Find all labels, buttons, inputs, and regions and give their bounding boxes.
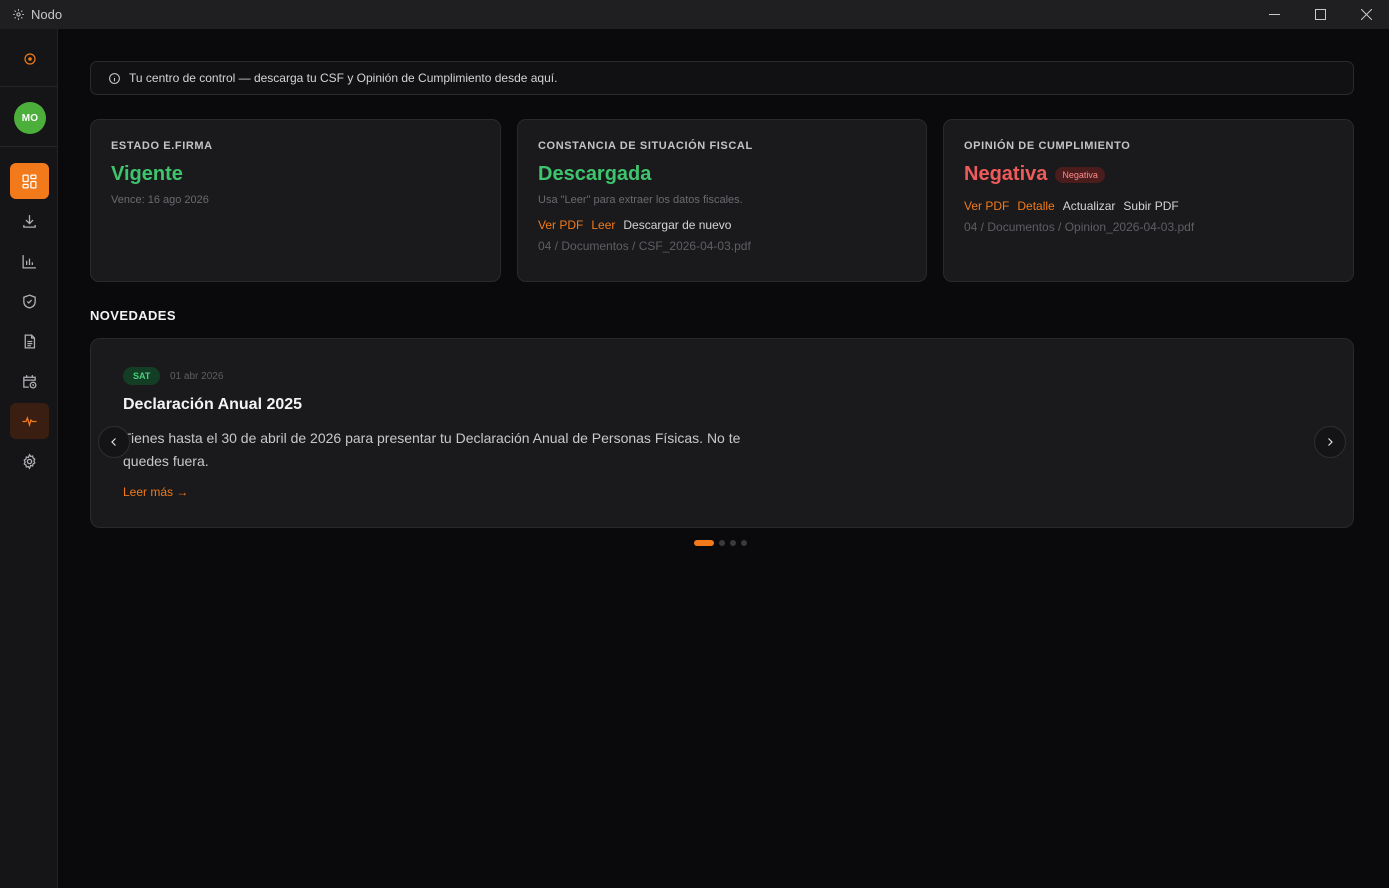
opinion-card: OPINIÓN DE CUMPLIMIENTO Negativa Negativ… <box>943 119 1354 282</box>
card-label: CONSTANCIA DE SITUACIÓN FISCAL <box>538 140 753 152</box>
shield-check-icon <box>23 293 36 309</box>
opinion-status-row: Negativa Negativa <box>964 163 1333 186</box>
opinion-detail-link[interactable]: Detalle <box>1017 199 1054 213</box>
sidebar-item-compliance[interactable] <box>10 283 49 319</box>
carousel-dot[interactable] <box>741 540 747 546</box>
efirma-expiry: Vence: 16 ago 2026 <box>111 194 209 206</box>
news-date: 01 abr 2026 <box>170 371 224 382</box>
news-headline: Declaración Anual 2025 <box>123 396 303 413</box>
opinion-view-pdf-link[interactable]: Ver PDF <box>964 199 1009 213</box>
efirma-card: ESTADO E.FIRMA Vigente Vence: 16 ago 202… <box>90 119 501 282</box>
csf-card: CONSTANCIA DE SITUACIÓN FISCAL Descargad… <box>517 119 927 282</box>
carousel-dot[interactable] <box>694 540 714 546</box>
document-icon <box>24 333 36 349</box>
sidebar-item-calendar[interactable] <box>10 363 49 399</box>
sidebar-item-reports[interactable] <box>10 243 49 279</box>
csf-file-path: 04 / Documentos / CSF_2026-04-03.pdf <box>538 239 751 253</box>
sidebar: MO <box>0 29 58 888</box>
main-content: Tu centro de control — descarga tu CSF y… <box>58 29 1389 888</box>
opinion-upload-link[interactable]: Subir PDF <box>1123 199 1178 213</box>
carousel-dot[interactable] <box>719 540 725 546</box>
carousel-dot[interactable] <box>730 540 736 546</box>
sidebar-item-dashboard[interactable] <box>10 163 49 199</box>
maximize-button[interactable] <box>1297 0 1343 29</box>
opinion-update-link[interactable]: Actualizar <box>1063 199 1116 213</box>
pulse-icon <box>22 415 37 427</box>
sidebar-item-documents[interactable] <box>10 323 49 359</box>
opinion-file-path: 04 / Documentos / Opinion_2026-04-03.pdf <box>964 220 1195 234</box>
calendar-clock-icon <box>23 374 37 389</box>
csf-status: Descargada <box>538 163 652 185</box>
csf-redownload-link[interactable]: Descargar de nuevo <box>623 218 731 232</box>
carousel-next-button[interactable] <box>1314 426 1346 458</box>
efirma-status: Vigente <box>111 163 183 185</box>
carousel-prev-button[interactable] <box>98 426 130 458</box>
chevron-right-icon <box>1328 438 1333 446</box>
download-icon <box>23 214 36 228</box>
info-banner: Tu centro de control — descarga tu CSF y… <box>90 61 1354 95</box>
minimize-icon <box>1268 14 1280 15</box>
read-more-link[interactable]: Leer más → <box>123 485 188 499</box>
csf-actions: Ver PDF Leer Descargar de nuevo <box>538 218 906 232</box>
sidebar-divider <box>0 86 57 87</box>
info-icon <box>109 72 120 84</box>
csf-hint: Usa "Leer" para extraer los datos fiscal… <box>538 194 743 206</box>
banner-text: Tu centro de control — descarga tu CSF y… <box>129 71 558 85</box>
csf-view-pdf-link[interactable]: Ver PDF <box>538 218 583 232</box>
news-tag: SAT <box>123 367 161 385</box>
status-badge: Negativa <box>1055 166 1105 183</box>
title-bar: Nodo <box>0 0 1389 29</box>
opinion-actions: Ver PDF Detalle Actualizar Subir PDF <box>964 199 1333 213</box>
sidebar-divider <box>0 146 57 147</box>
section-title-news: NOVEDADES <box>90 308 176 323</box>
card-label: OPINIÓN DE CUMPLIMIENTO <box>964 140 1131 152</box>
bar-chart-icon <box>22 254 36 269</box>
card-label: ESTADO E.FIRMA <box>111 140 213 152</box>
sidebar-item-activity[interactable] <box>10 403 49 439</box>
dashboard-grid-icon <box>22 173 37 189</box>
csf-read-link[interactable]: Leer <box>591 218 615 232</box>
close-button[interactable] <box>1343 0 1389 29</box>
window-title: Nodo <box>31 7 63 22</box>
carousel-dots <box>694 540 747 546</box>
logo-icon[interactable] <box>22 51 38 67</box>
app-gear-icon <box>11 8 25 22</box>
minimize-button[interactable] <box>1251 0 1297 29</box>
gear-icon <box>23 452 36 470</box>
avatar[interactable]: MO <box>14 102 46 134</box>
news-carousel: SAT 01 abr 2026 Declaración Anual 2025 T… <box>90 338 1354 528</box>
close-icon <box>1360 9 1372 20</box>
news-body: Tienes hasta el 30 de abril de 2026 para… <box>123 430 741 469</box>
sidebar-item-downloads[interactable] <box>10 203 49 239</box>
opinion-status: Negativa <box>964 163 1048 185</box>
maximize-icon <box>1314 9 1326 20</box>
chevron-left-icon <box>111 438 116 446</box>
sidebar-item-settings[interactable] <box>10 443 49 479</box>
